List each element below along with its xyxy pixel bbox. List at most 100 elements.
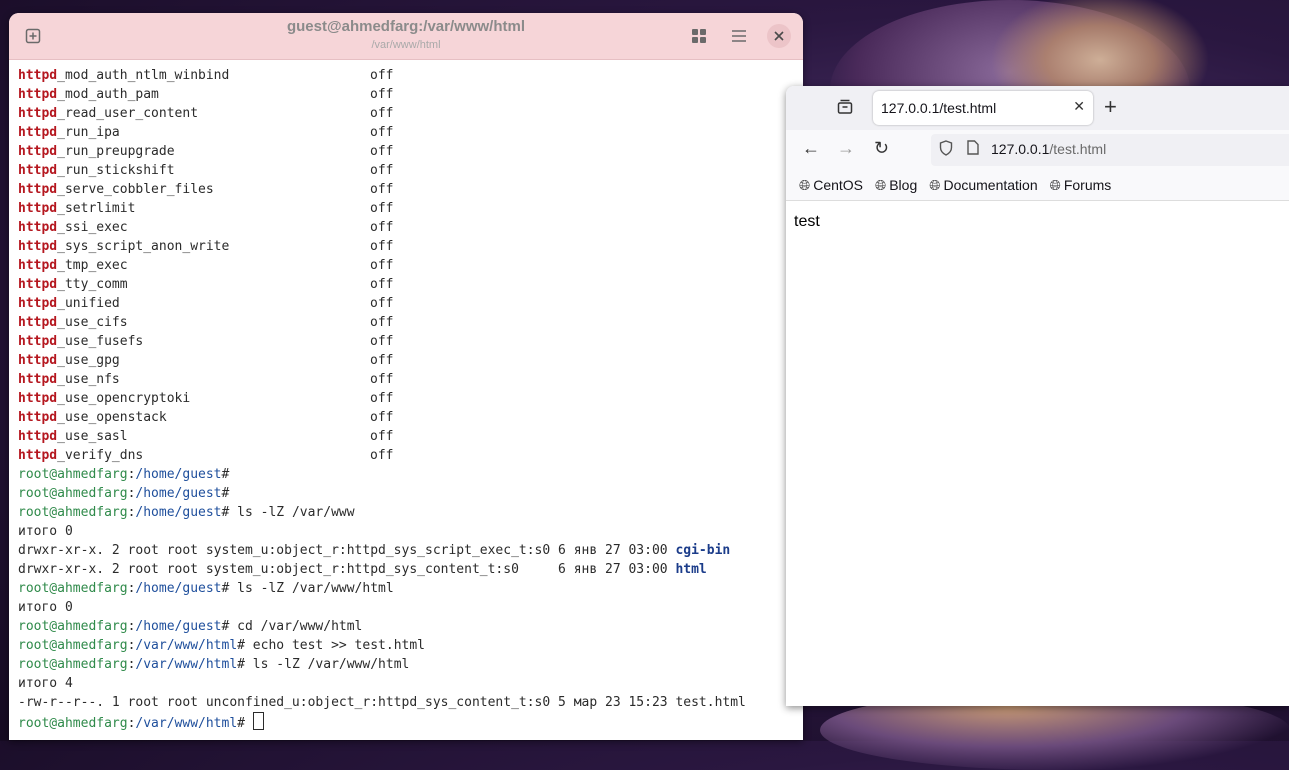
sebool-suffix: _use_nfs	[57, 372, 120, 387]
tab-test-html[interactable]: 127.0.0.1/test.html ✕	[873, 91, 1093, 125]
terminal-line: root@ahmedfarg:/home/guest# cd /var/www/…	[18, 617, 803, 636]
sebool-prefix: httpd	[18, 220, 58, 235]
menu-button[interactable]	[727, 24, 751, 48]
sebool-suffix: _use_openstack	[57, 410, 167, 425]
sebool-name: httpd_tmp_exec	[18, 256, 370, 275]
globe-icon: 🌐︎	[799, 176, 811, 193]
terminal-line: итого 4	[18, 674, 803, 693]
sebool-state: off	[370, 391, 394, 406]
bookmark-blog[interactable]: 🌐︎ Blog	[875, 177, 917, 194]
forward-arrow-icon[interactable]: →	[837, 138, 855, 159]
browser-tabbar: 127.0.0.1/test.html ✕ +	[786, 86, 1289, 130]
command-text: echo test >> test.html	[244, 638, 425, 653]
browser-window: 127.0.0.1/test.html ✕ + ← → ↻ 127.0.0.1/…	[786, 86, 1289, 706]
page-content: test	[786, 201, 1289, 241]
sebool-name: httpd_sys_script_anon_write	[18, 237, 370, 256]
new-tab-plus-icon[interactable]: +	[1104, 95, 1117, 119]
terminal-line: root@ahmedfarg:/home/guest# ls -lZ /var/…	[18, 503, 803, 522]
sebool-row: httpd_run_stickshift off	[18, 161, 803, 180]
terminal-output[interactable]: httpd_mod_auth_ntlm_winbind off httpd_mod_…	[9, 60, 803, 731]
sebool-name: httpd_use_gpg	[18, 351, 370, 370]
globe-icon: 🌐︎	[1049, 176, 1061, 193]
back-arrow-icon[interactable]: ←	[802, 138, 820, 159]
command-text	[245, 716, 253, 731]
sebool-name: httpd_tty_comm	[18, 275, 370, 294]
sebool-name: httpd_run_preupgrade	[18, 142, 370, 161]
bookmark-label: Blog	[889, 177, 918, 193]
sebool-state: off	[370, 106, 394, 121]
bookmark-forums[interactable]: 🌐︎ Forums	[1050, 177, 1112, 194]
prompt-hash: #	[221, 467, 230, 482]
page-text: test	[794, 213, 820, 230]
bookmark-centos[interactable]: 🌐︎ CentOS	[799, 177, 863, 194]
sebool-suffix: _serve_cobbler_files	[57, 182, 214, 197]
sebool-state: off	[370, 353, 394, 368]
terminal-line: итого 0	[18, 522, 803, 541]
prompt-path: /home/guest	[135, 581, 222, 596]
sebool-prefix: httpd	[18, 410, 58, 425]
browser-navbar: ← → ↻ 127.0.0.1/test.html	[786, 130, 1289, 170]
url-path: /test.html	[1049, 141, 1107, 157]
command-text: cd /var/www/html	[229, 619, 363, 634]
sebool-prefix: httpd	[18, 163, 58, 178]
list-all-tabs-button[interactable]	[834, 96, 856, 118]
sebool-state: off	[370, 429, 394, 444]
sebool-row: httpd_mod_auth_ntlm_winbind off	[18, 66, 803, 85]
url-bar[interactable]: 127.0.0.1/test.html	[931, 134, 1289, 166]
prompt-path: /home/guest	[135, 619, 222, 634]
output-text: drwxr-xr-x. 2 root root system_u:object_…	[18, 543, 676, 558]
shield-icon[interactable]	[939, 140, 953, 160]
sebool-suffix: _sys_script_anon_write	[57, 239, 230, 254]
prompt-hash: #	[237, 716, 245, 731]
sebool-state: off	[370, 87, 394, 102]
prompt-path: /var/www/html	[135, 638, 238, 653]
sebool-prefix: httpd	[18, 87, 58, 102]
bookmark-documentation[interactable]: 🌐︎ Documentation	[929, 177, 1037, 194]
url-text[interactable]: 127.0.0.1/test.html	[991, 141, 1106, 157]
sebool-row: httpd_use_fusefs off	[18, 332, 803, 351]
sebool-row: httpd_setrlimit off	[18, 199, 803, 218]
bookmarks-toolbar: 🌐︎ CentOS 🌐︎ Blog 🌐︎ Documentation 🌐︎ Forums	[786, 170, 1289, 201]
sebool-name: httpd_use_fusefs	[18, 332, 370, 351]
tab-overview-button[interactable]	[687, 24, 711, 48]
sebool-suffix: _use_sasl	[57, 429, 128, 444]
sebool-state: off	[370, 315, 394, 330]
sebool-state: off	[370, 182, 394, 197]
terminal-line: -rw-r--r--. 1 root root unconfined_u:obj…	[18, 693, 803, 712]
terminal-line: root@ahmedfarg:/var/www/html# echo test …	[18, 636, 803, 655]
prompt-path: /home/guest	[135, 467, 222, 482]
sebool-state: off	[370, 448, 394, 463]
sebool-suffix: _run_stickshift	[57, 163, 175, 178]
terminal-line: root@ahmedfarg:/var/www/html# ls -lZ /va…	[18, 655, 803, 674]
sebool-row: httpd_unified off	[18, 294, 803, 313]
output-text: drwxr-xr-x. 2 root root system_u:object_…	[18, 562, 676, 577]
sebool-name: httpd_use_opencryptoki	[18, 389, 370, 408]
sebool-prefix: httpd	[18, 125, 58, 140]
terminal-window: guest@ahmedfarg:/var/www/html /var/www/h…	[9, 13, 803, 740]
prompt-path: /var/www/html	[135, 716, 238, 731]
sebool-row: httpd_use_openstack off	[18, 408, 803, 427]
sebool-prefix: httpd	[18, 201, 58, 216]
sebool-state: off	[370, 277, 394, 292]
sebool-state: off	[370, 220, 394, 235]
sebool-row: httpd_use_nfs off	[18, 370, 803, 389]
sebool-name: httpd_run_ipa	[18, 123, 370, 142]
tab-close-icon[interactable]: ✕	[1073, 98, 1085, 115]
command-text: ls -lZ /var/www/html	[244, 657, 410, 672]
sebool-state: off	[370, 372, 394, 387]
page-icon[interactable]	[967, 140, 979, 158]
globe-icon: 🌐︎	[875, 176, 887, 193]
prompt-user: root@ahmedfarg	[18, 467, 128, 482]
sebool-name: httpd_ssi_exec	[18, 218, 370, 237]
terminal-cursor	[252, 712, 264, 730]
output-text: итого 0	[18, 600, 73, 615]
sebool-row: httpd_use_sasl off	[18, 427, 803, 446]
close-button[interactable]	[767, 24, 791, 48]
tab-title: 127.0.0.1/test.html	[881, 100, 997, 116]
sebool-suffix: _read_user_content	[57, 106, 199, 121]
sebool-state: off	[370, 410, 394, 425]
sebool-state: off	[370, 258, 394, 273]
sebool-row: httpd_sys_script_anon_write off	[18, 237, 803, 256]
reload-icon[interactable]: ↻	[874, 138, 889, 159]
command-text: ls -lZ /var/www/html	[229, 581, 394, 596]
